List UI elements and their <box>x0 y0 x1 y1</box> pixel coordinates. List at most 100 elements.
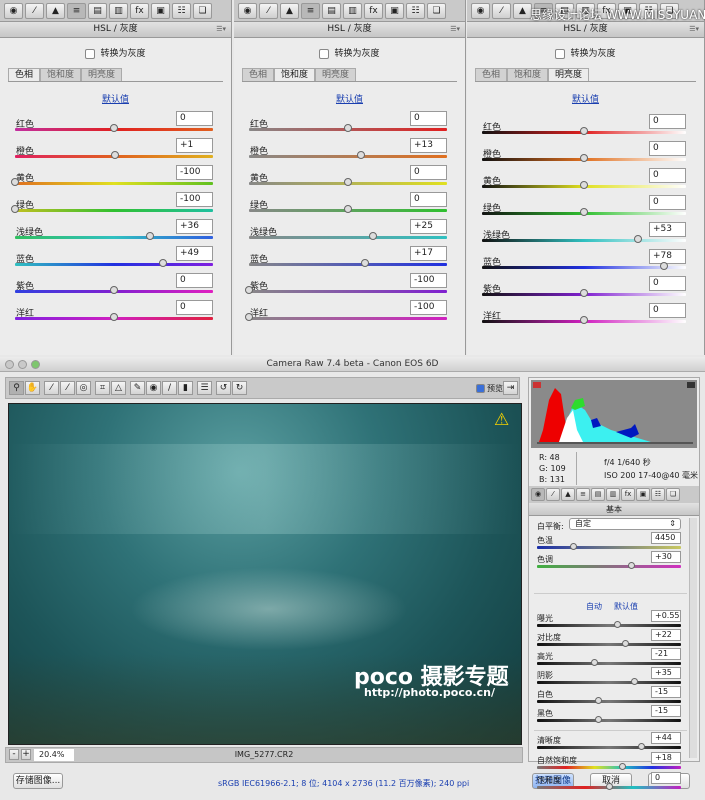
default-link[interactable]: 默认值 <box>614 601 638 612</box>
slider-track[interactable] <box>245 286 447 294</box>
slider-thumb[interactable] <box>595 716 603 723</box>
split-toning-icon[interactable]: ▤ <box>322 3 341 19</box>
value-input[interactable]: 0 <box>649 114 686 129</box>
tab-luminance[interactable]: 明亮度 <box>548 68 590 81</box>
slider-track[interactable] <box>249 232 447 240</box>
hsl-icon[interactable]: ≡ <box>67 3 86 19</box>
slider-track[interactable] <box>482 262 686 270</box>
rotate-left-icon[interactable]: ↺ <box>216 381 231 395</box>
value-input[interactable]: 0 <box>649 195 686 210</box>
slider-track[interactable] <box>249 124 447 132</box>
value-input[interactable]: +22 <box>651 629 681 641</box>
slider-thumb[interactable] <box>110 313 118 321</box>
value-input[interactable]: +78 <box>649 249 686 264</box>
fx-tab-icon[interactable]: fx <box>621 488 635 501</box>
straighten-tool-icon[interactable]: △ <box>111 381 126 395</box>
tone-curve-icon[interactable]: ⁄ <box>492 3 511 19</box>
auto-link[interactable]: 自动 <box>586 601 602 612</box>
value-input[interactable]: -21 <box>651 648 681 660</box>
tab-hue[interactable]: 色相 <box>475 68 508 81</box>
detail-tab-icon[interactable]: ▲ <box>561 488 575 501</box>
tab-saturation[interactable]: 饱和度 <box>274 68 316 81</box>
value-input[interactable]: 0 <box>176 300 213 315</box>
tab-hue[interactable]: 色相 <box>8 68 41 81</box>
workflow-options-link[interactable]: sRGB IEC61966-2.1; 8 位; 4104 x 2736 (11.… <box>218 778 469 789</box>
value-input[interactable]: 0 <box>649 168 686 183</box>
value-input[interactable]: +49 <box>176 246 213 261</box>
slider-track[interactable] <box>537 621 681 628</box>
basic-icon[interactable]: ◉ <box>238 3 257 19</box>
detail-icon[interactable]: ▲ <box>280 3 299 19</box>
slider-thumb[interactable] <box>580 208 588 216</box>
value-input[interactable]: +30 <box>651 551 681 563</box>
panel-menu-icon[interactable]: ☰▾ <box>689 22 699 37</box>
white-balance-select[interactable]: 自定 ⇕ <box>569 518 681 530</box>
slider-thumb[interactable] <box>110 286 118 294</box>
basic-tab-icon[interactable]: ◉ <box>531 488 545 501</box>
tab-hue[interactable]: 色相 <box>242 68 275 81</box>
slider-track[interactable] <box>482 316 686 324</box>
rotate-right-icon[interactable]: ↻ <box>232 381 247 395</box>
value-input[interactable]: 0 <box>651 772 681 784</box>
preview-checkbox[interactable]: 预览 <box>476 383 503 394</box>
slider-track[interactable] <box>249 151 447 159</box>
slider-thumb[interactable] <box>245 286 253 294</box>
white-balance-tool-icon[interactable]: ⁄ <box>44 381 59 395</box>
value-input[interactable]: +53 <box>649 222 686 237</box>
value-input[interactable]: -100 <box>410 273 447 288</box>
slider-thumb[interactable] <box>245 313 253 321</box>
value-input[interactable]: +0.55 <box>651 610 681 622</box>
slider-track[interactable] <box>537 783 681 790</box>
value-input[interactable]: 0 <box>649 276 686 291</box>
crop-tool-icon[interactable]: ⌗ <box>95 381 110 395</box>
slider-thumb[interactable] <box>621 640 629 647</box>
convert-grayscale-checkbox[interactable]: 转换为灰度 <box>467 46 704 59</box>
slider-track[interactable] <box>15 151 213 159</box>
detail-icon[interactable]: ▲ <box>46 3 65 19</box>
value-input[interactable]: +17 <box>410 246 447 261</box>
fullscreen-icon[interactable]: ⇥ <box>503 381 518 395</box>
slider-thumb[interactable] <box>570 543 577 550</box>
tone-curve-icon[interactable]: ⁄ <box>25 3 44 19</box>
slider-thumb[interactable] <box>11 205 19 213</box>
lens-tab-icon[interactable]: ▥ <box>606 488 620 501</box>
tab-luminance[interactable]: 明亮度 <box>315 68 357 81</box>
slider-thumb[interactable] <box>11 178 19 186</box>
value-input[interactable]: +44 <box>651 732 681 744</box>
slider-track[interactable] <box>537 678 681 685</box>
slider-track[interactable] <box>482 208 686 216</box>
shadow-clipping-icon[interactable] <box>533 382 541 388</box>
default-link[interactable]: 默认值 <box>467 92 704 105</box>
slider-track[interactable] <box>15 124 213 132</box>
slider-thumb[interactable] <box>637 743 645 750</box>
fx-icon[interactable]: fx <box>364 3 383 19</box>
slider-track[interactable] <box>15 313 213 321</box>
lens-icon[interactable]: ▥ <box>343 3 362 19</box>
slider-thumb[interactable] <box>580 316 588 324</box>
panel-menu-icon[interactable]: ☰▾ <box>450 22 460 37</box>
slider-track[interactable] <box>537 763 681 770</box>
slider-thumb[interactable] <box>590 659 598 666</box>
value-input[interactable]: +35 <box>651 667 681 679</box>
slider-track[interactable] <box>11 205 213 213</box>
presets-icon[interactable]: ☷ <box>406 3 425 19</box>
slider-track[interactable] <box>245 313 447 321</box>
slider-thumb[interactable] <box>618 763 626 770</box>
value-input[interactable]: 0 <box>649 303 686 318</box>
slider-thumb[interactable] <box>110 151 119 159</box>
camera-calibration-tab-icon[interactable]: ▣ <box>636 488 650 501</box>
adjustment-brush-icon[interactable]: / <box>162 381 177 395</box>
slider-thumb[interactable] <box>580 289 588 297</box>
spot-removal-icon[interactable]: ✎ <box>130 381 145 395</box>
snapshots-icon[interactable]: ❏ <box>193 3 212 19</box>
slider-thumb[interactable] <box>631 678 639 685</box>
split-toning-icon[interactable]: ▤ <box>88 3 107 19</box>
slider-track[interactable] <box>482 289 686 297</box>
tab-luminance[interactable]: 明亮度 <box>81 68 123 81</box>
slider-thumb[interactable] <box>595 697 603 704</box>
slider-thumb[interactable] <box>606 783 613 790</box>
value-input[interactable]: +36 <box>176 219 213 234</box>
slider-thumb[interactable] <box>634 235 643 243</box>
slider-thumb[interactable] <box>580 181 588 189</box>
save-image-button[interactable]: 存储图像... <box>13 773 63 789</box>
